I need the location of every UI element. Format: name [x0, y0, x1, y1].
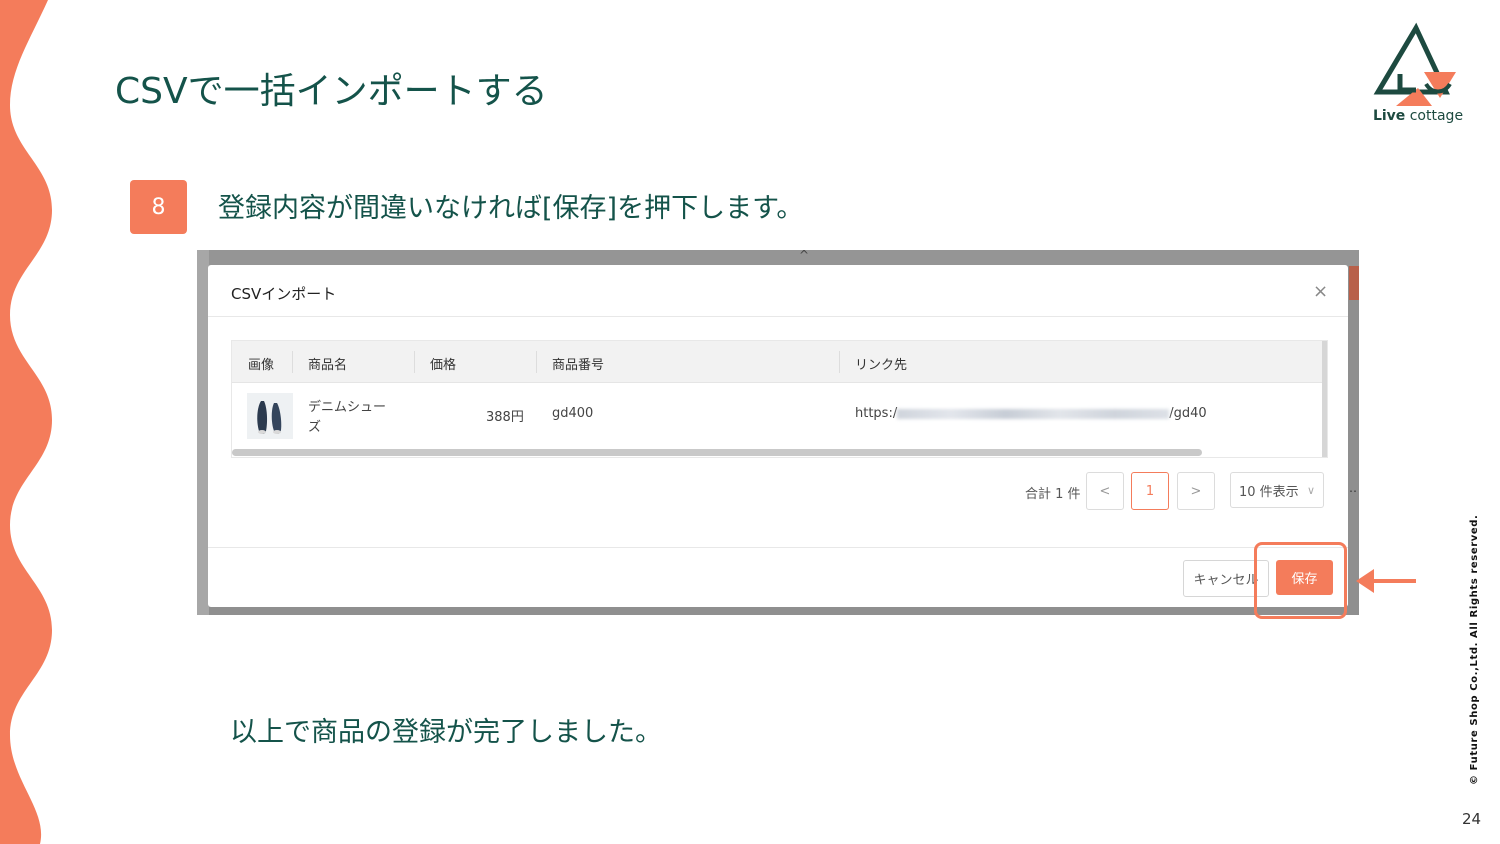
- product-name-line1: デニムシュー: [308, 400, 387, 415]
- slide-title: CSVで一括インポートする: [115, 71, 548, 112]
- divider: [414, 351, 415, 373]
- divider: [208, 316, 1348, 317]
- modal-title: CSVインポート: [231, 285, 337, 303]
- completion-message: 以上で商品の登録が完了しました。: [230, 717, 662, 748]
- step-instruction: 登録内容が間違いなければ[保存]を押下します。: [218, 193, 804, 224]
- horizontal-scrollbar[interactable]: [232, 449, 1202, 456]
- csv-import-modal: CSVインポート × 画像 商品名 価格 商品番号 リンク先 デニムシュー ズ: [208, 265, 1348, 607]
- vertical-scrollbar[interactable]: [1322, 341, 1327, 457]
- table-header: 画像 商品名 価格 商品番号 リンク先: [232, 341, 1327, 383]
- close-icon[interactable]: ×: [1313, 281, 1328, 302]
- arrow-left-icon: [1356, 569, 1416, 593]
- divider: [292, 351, 293, 373]
- table-row[interactable]: デニムシュー ズ 388円 gd400 https://gd40: [232, 383, 1327, 447]
- product-price: 388円: [486, 410, 524, 425]
- blurred-url: [897, 408, 1170, 419]
- prev-page-button[interactable]: <: [1086, 472, 1124, 510]
- import-table: 画像 商品名 価格 商品番号 リンク先 デニムシュー ズ 388円 gd400: [231, 340, 1328, 458]
- product-number: gd400: [552, 406, 594, 421]
- page-1-button[interactable]: 1: [1131, 472, 1169, 510]
- column-header-image: 画像: [248, 358, 275, 373]
- product-name-line2: ズ: [308, 420, 322, 435]
- column-header-name: 商品名: [308, 358, 348, 373]
- shoes-thumbnail: [247, 393, 293, 439]
- pagination-total: 合計 1 件: [1025, 487, 1081, 502]
- dimmed-topbar: [197, 250, 1359, 266]
- divider: [536, 351, 537, 373]
- page-number: 24: [1462, 810, 1482, 828]
- product-link: https://gd40: [855, 406, 1207, 421]
- next-page-button[interactable]: >: [1177, 472, 1215, 510]
- dimmed-button: [1349, 266, 1359, 300]
- column-header-link: リンク先: [855, 358, 908, 373]
- per-page-select[interactable]: 10 件表示 ∨: [1230, 472, 1324, 508]
- divider: [208, 547, 1348, 548]
- chevron-down-icon: ∨: [1306, 483, 1315, 497]
- divider: [839, 351, 840, 373]
- step-number-badge: 8: [130, 180, 187, 234]
- decorative-wave: [0, 0, 52, 844]
- save-button-highlight: [1254, 542, 1347, 619]
- chevron-up-icon: ^: [799, 250, 810, 262]
- copyright-notice: © Future Shop Co.,Ltd. All Rights reserv…: [1469, 514, 1480, 785]
- column-header-price: 価格: [430, 358, 457, 373]
- column-header-product-number: 商品番号: [552, 358, 605, 373]
- logo-text: Live cottage: [1372, 108, 1464, 124]
